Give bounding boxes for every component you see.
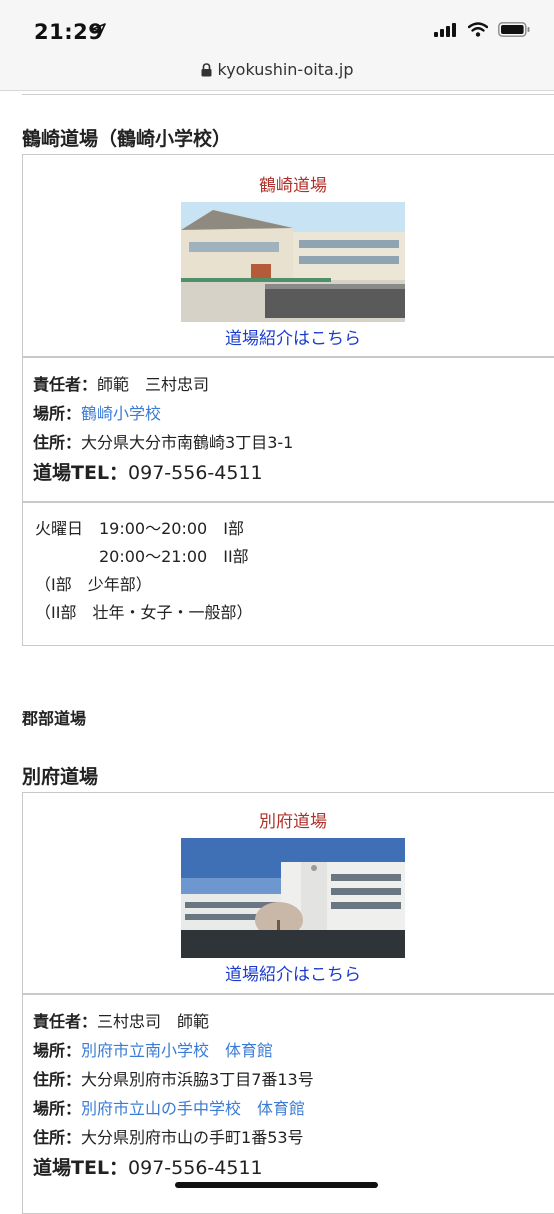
address-value: 大分県大分市南鶴崎3丁目3-1: [81, 433, 294, 452]
place-label: 場所：: [33, 1041, 82, 1060]
tel-row: 道場TEL：097-556-4511: [33, 457, 554, 490]
home-indicator[interactable]: [175, 1182, 378, 1188]
place-link[interactable]: 別府市立山の手中学校 体育館: [81, 1099, 305, 1118]
beppu-heading: 別府道場: [22, 766, 99, 788]
beppu-info: 責任者：三村忠司 師範 場所：別府市立南小学校 体育館 住所：大分県別府市浜脇3…: [23, 995, 554, 1185]
tel-number[interactable]: 097-556-4511: [128, 1157, 263, 1179]
place-link[interactable]: 別府市立南小学校 体育館: [81, 1041, 273, 1060]
address-row: 住所：大分県別府市浜脇3丁目7番13号: [33, 1065, 554, 1094]
location-arrow-icon: [92, 23, 106, 37]
schedule-line: （II部 壮年・女子・一般部）: [35, 603, 253, 622]
tsurusaki-card-header: 鶴崎道場 道場紹介はこちら: [23, 155, 554, 356]
signal-icon: [434, 22, 456, 37]
responsible-value: 師範 三村忠司: [97, 375, 210, 394]
address-label: 住所：: [33, 1128, 82, 1147]
tel-label: 道場TEL：: [33, 1157, 129, 1179]
schedule-line: （I部 少年部）: [35, 575, 152, 594]
tel-row: 道場TEL：097-556-4511: [33, 1152, 554, 1185]
tsurusaki-intro-link[interactable]: 道場紹介はこちら: [23, 324, 554, 349]
schedule-line: 20:00～21:00 II部: [35, 547, 249, 566]
beppu-card-header: 別府道場 道場紹介はこちら: [23, 793, 554, 993]
address-value: 大分県別府市山の手町1番53号: [81, 1128, 304, 1147]
tsurusaki-schedule: 火曜日 19:00～20:00 I部 20:00～21:00 II部 （I部 少…: [23, 503, 554, 627]
beppu-card-title: 別府道場: [259, 812, 327, 832]
place-link[interactable]: 鶴崎小学校: [81, 404, 161, 423]
responsible-value: 三村忠司 師範: [97, 1012, 210, 1031]
responsible-label: 責任者：: [33, 375, 98, 394]
place-row: 場所：別府市立山の手中学校 体育館: [33, 1094, 554, 1123]
browser-chrome: 21:29 kyokushin-oita.jp: [0, 0, 554, 91]
tel-number[interactable]: 097-556-4511: [128, 462, 263, 484]
address-label: 住所：: [33, 1070, 82, 1089]
address-label: 住所：: [33, 433, 82, 452]
schedule-line: 火曜日 19:00～20:00 I部: [35, 519, 244, 538]
url-bar[interactable]: kyokushin-oita.jp: [0, 60, 554, 79]
address-row: 住所：大分県別府市山の手町1番53号: [33, 1123, 554, 1152]
battery-icon: [498, 22, 530, 37]
tel-label: 道場TEL：: [33, 462, 129, 484]
place-row: 場所：鶴崎小学校: [33, 399, 554, 428]
place-label: 場所：: [33, 404, 82, 423]
place-label: 場所：: [33, 1099, 82, 1118]
responsible-label: 責任者：: [33, 1012, 98, 1031]
beppu-card: 別府道場 道場紹介はこちら 責任者：三村忠司 師範 場所：別府市立南小学校 体育…: [22, 792, 554, 1214]
divider: [22, 94, 554, 95]
wifi-icon: [468, 22, 488, 37]
place-row: 場所：別府市立南小学校 体育館: [33, 1036, 554, 1065]
beppu-dojo-photo[interactable]: [181, 838, 405, 958]
url-domain: kyokushin-oita.jp: [217, 60, 354, 79]
beppu-intro-link[interactable]: 道場紹介はこちら: [23, 960, 554, 985]
tsurusaki-dojo-photo[interactable]: [181, 202, 405, 322]
gunbu-heading: 郡部道場: [22, 709, 87, 728]
address-value: 大分県別府市浜脇3丁目7番13号: [81, 1070, 314, 1089]
tsurusaki-heading: 鶴崎道場（鶴崎小学校）: [22, 128, 232, 150]
status-icons: [434, 22, 530, 37]
address-row: 住所：大分県大分市南鶴崎3丁目3-1: [33, 428, 554, 457]
tsurusaki-info: 責任者：師範 三村忠司 場所：鶴崎小学校 住所：大分県大分市南鶴崎3丁目3-1 …: [23, 358, 554, 501]
responsible-row: 責任者：三村忠司 師範: [33, 1007, 554, 1036]
tsurusaki-card-title: 鶴崎道場: [259, 176, 327, 196]
responsible-row: 責任者：師範 三村忠司: [33, 370, 554, 399]
tsurusaki-card: 鶴崎道場 道場紹介はこちら 責任者：師範 三村忠司 場所：鶴崎小学校 住所：大分…: [22, 154, 554, 646]
lock-icon: [201, 63, 211, 77]
